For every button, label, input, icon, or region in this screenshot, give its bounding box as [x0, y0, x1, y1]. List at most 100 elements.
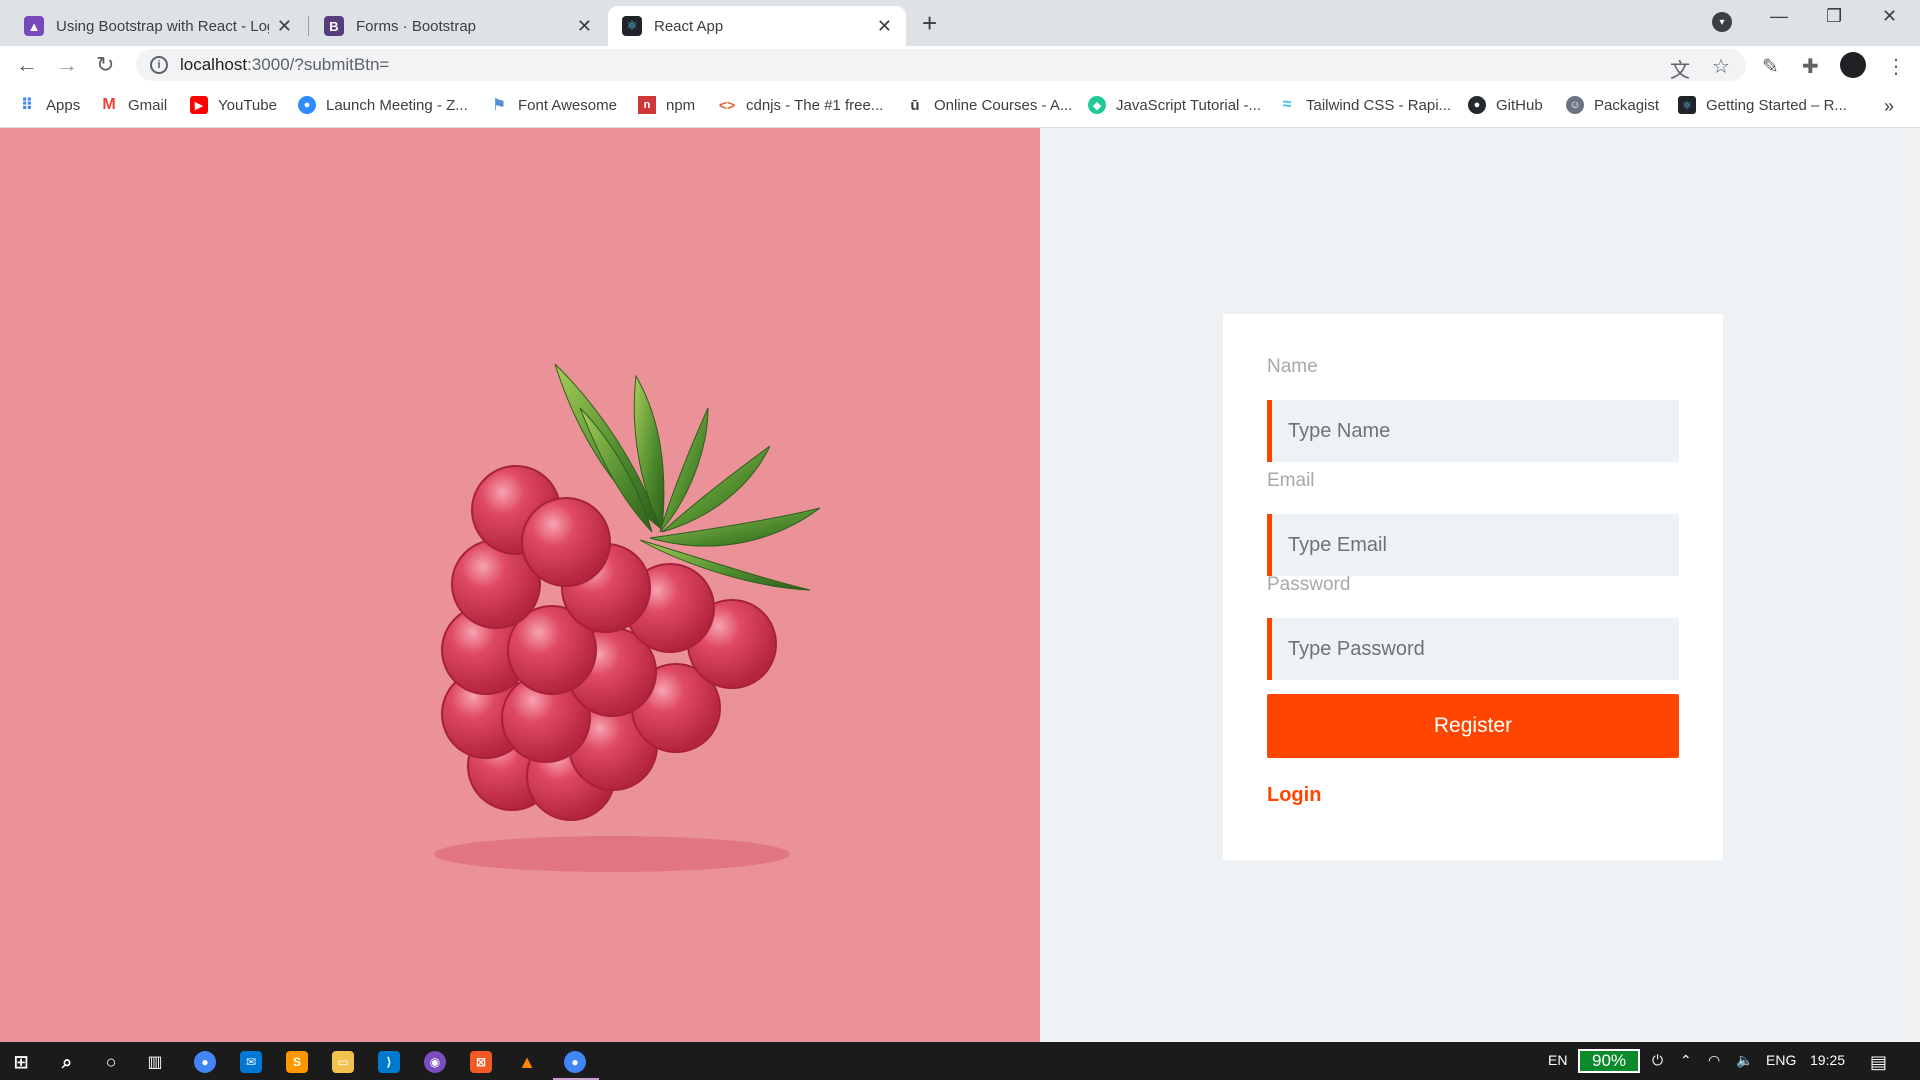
bookmark-label: Tailwind CSS - Rapi... [1306, 96, 1452, 114]
code-icon: <> [718, 97, 736, 113]
mail-icon[interactable]: ✉ [240, 1051, 262, 1073]
js-icon: ◆ [1088, 96, 1106, 114]
bookmark-getting-started[interactable]: ⚛ Getting Started – R... [1678, 96, 1847, 114]
tab-logrocket[interactable]: ▲ Using Bootstrap with React - Log ✕ [10, 6, 306, 46]
windows-taskbar: ⊞ ⌕ ○ ▥ ● ✉ S ▭ ⟩ ◉ ⊠ ▲ ● EN 90% ⏻ ⌃ ◠ 🔈… [0, 1042, 1920, 1080]
back-arrow-icon[interactable]: ← [16, 52, 38, 78]
zoom-icon: ● [298, 96, 316, 114]
vlc-icon[interactable]: ▲ [516, 1051, 538, 1073]
password-input[interactable] [1288, 637, 1679, 661]
vscode-icon[interactable]: ⟩ [378, 1051, 400, 1073]
menu-kebab-icon[interactable]: ⋮ [1886, 54, 1906, 79]
extensions-puzzle-icon[interactable]: ✚ [1802, 54, 1819, 79]
tab-title: Using Bootstrap with React - Log [56, 17, 269, 35]
bookmark-label: Font Awesome [518, 96, 617, 114]
chevron-up-icon[interactable]: ⌃ [1680, 1052, 1692, 1069]
logrocket-icon: ▲ [24, 16, 44, 36]
bookmark-github[interactable]: ● GitHub [1468, 96, 1543, 114]
translate-icon[interactable]: 文 [1670, 54, 1690, 83]
bookmark-star-icon[interactable]: ☆ [1712, 54, 1730, 79]
bookmark-label: JavaScript Tutorial -... [1116, 96, 1262, 114]
tab-react-app[interactable]: ⚛ React App ✕ [608, 6, 906, 46]
chrome-icon[interactable]: ● [194, 1051, 216, 1073]
udemy-icon: ū [910, 96, 920, 114]
restore-icon[interactable]: ❐ [1826, 6, 1842, 27]
bookmark-label: Getting Started – R... [1706, 96, 1847, 114]
bookmark-label: cdnjs - The #1 free... [746, 96, 884, 114]
search-icon[interactable]: ⌕ [56, 1051, 78, 1073]
register-form: Name Email Password Register Login [1223, 314, 1723, 860]
bookmark-npm[interactable]: n npm [638, 96, 695, 114]
bookmark-label: Gmail [128, 96, 168, 114]
gmail-icon: M [102, 96, 116, 113]
github-icon: ● [1468, 96, 1486, 114]
notifications-icon[interactable]: ▤ [1870, 1052, 1887, 1073]
new-tab-icon[interactable]: + [922, 8, 937, 39]
scrollbar[interactable] [1904, 128, 1920, 1042]
windows-start-icon[interactable]: ⊞ [10, 1051, 32, 1073]
input-language[interactable]: ENG [1766, 1052, 1796, 1068]
bookmark-label: GitHub [1496, 96, 1543, 114]
login-link[interactable]: Login [1267, 784, 1321, 807]
power-plug-icon[interactable]: ⏻ [1652, 1052, 1663, 1069]
url-host: localhost [180, 55, 248, 74]
bookmark-cdnjs[interactable]: <> cdnjs - The #1 free... [718, 96, 883, 114]
bookmark-label: npm [666, 96, 696, 114]
npm-icon: n [638, 96, 656, 114]
email-label: Email [1267, 470, 1315, 491]
name-field-wrapper [1267, 400, 1679, 462]
wifi-icon[interactable]: ◠ [1708, 1052, 1720, 1069]
react-icon: ⚛ [1678, 96, 1696, 114]
file-explorer-icon[interactable]: ▭ [332, 1051, 354, 1073]
close-icon[interactable]: ✕ [877, 16, 892, 37]
clock-time[interactable]: 19:25 [1810, 1052, 1845, 1068]
profile-avatar[interactable] [1840, 52, 1866, 78]
bookmark-apps[interactable]: ⠿ Apps [18, 96, 80, 115]
bookmark-udemy[interactable]: ū Online Courses - A... [906, 96, 1072, 114]
app-purple-icon[interactable]: ◉ [424, 1051, 446, 1073]
email-input[interactable] [1288, 533, 1679, 557]
info-icon[interactable]: i [150, 56, 168, 74]
tailwind-icon: ≈ [1282, 96, 1292, 113]
close-icon[interactable]: ✕ [577, 16, 592, 37]
tab-title: Forms · Bootstrap [356, 17, 477, 35]
bookmarks-bar: ⠿ Apps M Gmail ▶ YouTube ● Launch Meeting - … [0, 84, 1920, 128]
bookmark-tailwind[interactable]: ≈ Tailwind CSS - Rapi... [1278, 96, 1451, 114]
bookmark-javascript-tutorial[interactable]: ◆ JavaScript Tutorial -... [1088, 96, 1261, 114]
tab-strip: ▲ Using Bootstrap with React - Log ✕ B F… [0, 0, 1920, 46]
bookmark-font-awesome[interactable]: ⚑ Font Awesome [490, 96, 617, 115]
bookmark-zoom[interactable]: ● Launch Meeting - Z... [298, 96, 468, 114]
apps-grid-icon: ⠿ [20, 97, 34, 114]
tab-title: React App [654, 17, 724, 35]
extension-eyedropper-icon[interactable]: ✎ [1762, 54, 1779, 79]
react-icon: ⚛ [622, 16, 642, 36]
raspberry-illustration [434, 363, 821, 872]
volume-icon[interactable]: 🔈 [1736, 1052, 1753, 1069]
sublime-text-icon[interactable]: S [286, 1051, 308, 1073]
bookmark-gmail[interactable]: M Gmail [100, 96, 167, 114]
battery-indicator[interactable]: 90% [1578, 1049, 1640, 1073]
reload-icon[interactable]: ↻ [96, 52, 114, 78]
bookmark-youtube[interactable]: ▶ YouTube [190, 96, 277, 114]
more-bookmarks-icon[interactable]: » [1884, 96, 1894, 117]
bootstrap-icon: B [324, 16, 344, 36]
tab-search-icon[interactable]: ▾ [1712, 12, 1732, 32]
name-input[interactable] [1288, 419, 1679, 443]
address-bar[interactable]: i localhost:3000/?submitBtn= [136, 49, 1746, 81]
chrome-active-icon[interactable]: ● [564, 1051, 586, 1073]
task-view-icon[interactable]: ▥ [144, 1051, 166, 1073]
forward-arrow-icon[interactable]: → [56, 52, 78, 78]
minimize-icon[interactable]: — [1770, 6, 1788, 27]
register-button[interactable]: Register [1267, 694, 1679, 758]
flag-icon: ⚑ [491, 97, 507, 114]
bookmark-label: Launch Meeting - Z... [326, 96, 468, 114]
close-icon[interactable]: ✕ [277, 16, 292, 37]
cortana-icon[interactable]: ○ [100, 1051, 122, 1073]
packagist-icon: ☺ [1566, 96, 1584, 114]
input-lang-short[interactable]: EN [1548, 1052, 1567, 1068]
bookmark-label: YouTube [218, 96, 277, 114]
bookmark-packagist[interactable]: ☺ Packagist [1566, 96, 1659, 114]
xampp-icon[interactable]: ⊠ [470, 1051, 492, 1073]
tab-bootstrap[interactable]: B Forms · Bootstrap ✕ [310, 6, 606, 46]
window-close-icon[interactable]: ✕ [1882, 6, 1897, 27]
